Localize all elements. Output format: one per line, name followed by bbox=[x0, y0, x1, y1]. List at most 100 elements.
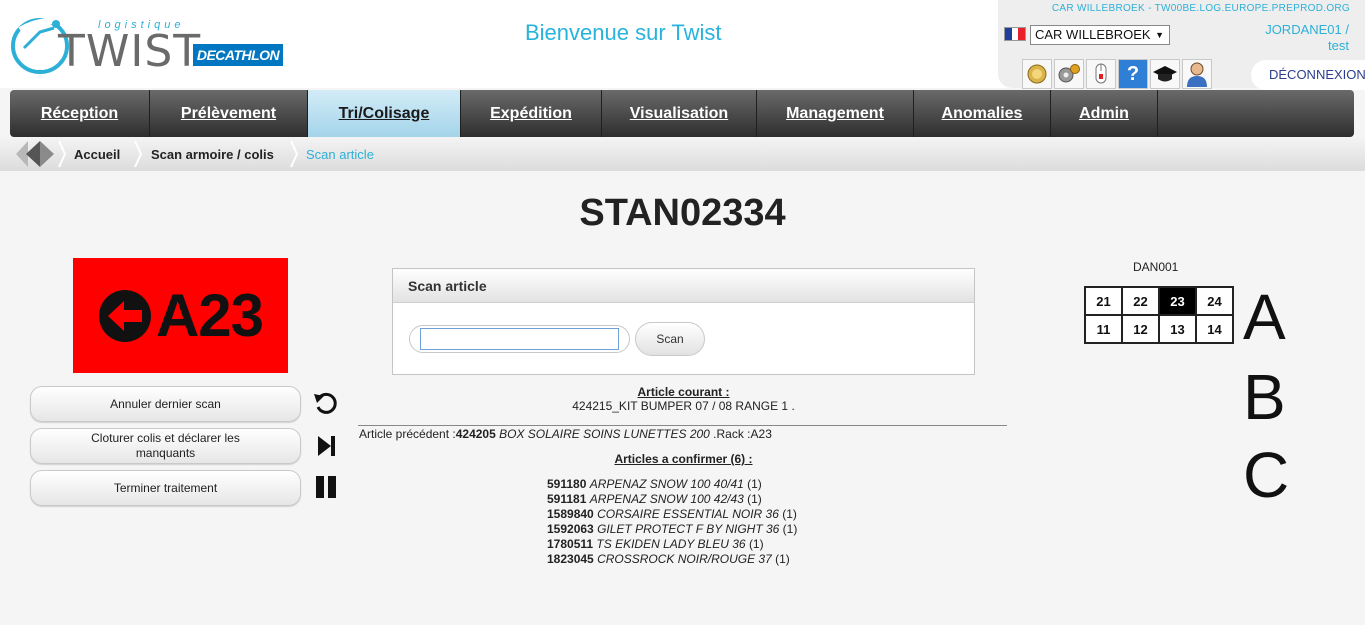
finish-processing-button[interactable]: Terminer traitement bbox=[30, 470, 301, 506]
page-title: STAN02334 bbox=[579, 192, 786, 234]
rack-cell: 11 bbox=[1084, 314, 1123, 344]
scan-article-panel: Scan article Scan bbox=[392, 268, 975, 375]
divider bbox=[358, 425, 1007, 426]
rack-cell-selected: 23 bbox=[1158, 286, 1197, 316]
articles-to-confirm-title: Articles a confirmer (6) : bbox=[614, 452, 753, 466]
article-code: 591181 bbox=[547, 492, 587, 506]
toolbar: ? bbox=[1022, 59, 1212, 89]
rack-grid: 21 22 23 24 11 12 13 14 bbox=[1084, 286, 1234, 344]
rack-row-letter: B bbox=[1243, 361, 1286, 433]
undo-icon[interactable] bbox=[313, 390, 339, 416]
rack-cell: 24 bbox=[1195, 286, 1234, 316]
welcome-text: Bienvenue sur Twist bbox=[525, 20, 722, 45]
nav-admin[interactable]: Admin bbox=[1051, 90, 1158, 137]
user-avatar-icon[interactable] bbox=[1182, 59, 1212, 89]
previous-article: Article précédent :424205 BOX SOLAIRE SO… bbox=[359, 427, 772, 441]
nav-prelevement[interactable]: Prélèvement bbox=[150, 90, 308, 137]
user-panel: CAR WILLEBROEK - TW00BE.LOG.EUROPE.PREPR… bbox=[998, 0, 1365, 90]
settings-gears-icon[interactable] bbox=[1054, 59, 1084, 89]
french-flag-icon[interactable] bbox=[1004, 27, 1026, 41]
article-qty: (1) bbox=[782, 507, 797, 521]
pause-icon[interactable] bbox=[313, 474, 339, 500]
nav-anomalies[interactable]: Anomalies bbox=[914, 90, 1051, 137]
nav-reception[interactable]: Réception bbox=[10, 90, 150, 137]
article-code: 1780511 bbox=[547, 537, 594, 551]
breadcrumb-scan-armoire[interactable]: Scan armoire / colis bbox=[151, 147, 274, 162]
list-item: 591180 ARPENAZ SNOW 100 40/41 (1) bbox=[547, 477, 797, 492]
previous-article-label: Article précédent : bbox=[359, 427, 456, 441]
breadcrumb-separator-icon bbox=[58, 140, 66, 168]
close-package-button[interactable]: Cloturer colis et déclarer les manquants bbox=[30, 428, 301, 464]
nav-visualisation[interactable]: Visualisation bbox=[602, 90, 757, 137]
nav-tri-colisage[interactable]: Tri/Colisage bbox=[308, 90, 461, 137]
previous-article-name: BOX SOLAIRE SOINS LUNETTES 200 bbox=[495, 427, 714, 441]
article-code: 1589840 bbox=[547, 507, 594, 521]
article-qty: (1) bbox=[747, 492, 762, 506]
location-indicator: A23 bbox=[73, 258, 288, 373]
site-select[interactable]: CAR WILLEBROEK ▼ bbox=[1030, 25, 1170, 45]
scan-button[interactable]: Scan bbox=[635, 322, 705, 356]
rack-row-letter: C bbox=[1243, 439, 1290, 511]
rack-cell: 22 bbox=[1121, 286, 1160, 316]
breadcrumb-separator-icon bbox=[134, 140, 142, 168]
user-profile: test bbox=[1328, 38, 1349, 53]
graduation-cap-icon[interactable] bbox=[1150, 59, 1180, 89]
previous-article-rack: .Rack :A23 bbox=[713, 427, 772, 441]
cancel-last-scan-button[interactable]: Annuler dernier scan bbox=[30, 386, 301, 422]
nav-expedition[interactable]: Expédition bbox=[461, 90, 602, 137]
breadcrumb: Accueil Scan armoire / colis Scan articl… bbox=[0, 137, 1365, 171]
article-qty: (1) bbox=[748, 537, 764, 551]
rack-row: 21 22 23 24 bbox=[1084, 286, 1234, 316]
breadcrumb-separator-icon bbox=[290, 140, 298, 168]
scan-panel-title: Scan article bbox=[393, 269, 974, 303]
article-qty: (1) bbox=[747, 477, 762, 491]
article-code: 591180 bbox=[547, 477, 587, 491]
rack-label: DAN001 bbox=[1133, 260, 1179, 274]
article-name: ARPENAZ SNOW 100 42/43 bbox=[589, 492, 744, 506]
nav-management[interactable]: Management bbox=[757, 90, 914, 137]
scan-input[interactable] bbox=[420, 328, 619, 350]
location-code: A23 bbox=[155, 282, 264, 349]
rack-row-letter: A bbox=[1243, 281, 1286, 353]
logout-button[interactable]: DÉCONNEXION bbox=[1251, 60, 1365, 90]
breadcrumb-current: Scan article bbox=[306, 147, 374, 162]
arrow-left-circle-icon bbox=[98, 289, 151, 342]
scan-input-wrapper bbox=[409, 325, 630, 353]
logo-wordmark: TWIST bbox=[58, 26, 202, 77]
list-item: 591181 ARPENAZ SNOW 100 42/43 (1) bbox=[547, 492, 797, 507]
article-code: 1823045 bbox=[547, 552, 594, 566]
rack-cell: 21 bbox=[1084, 286, 1123, 316]
articles-to-confirm-list: 591180 ARPENAZ SNOW 100 40/41 (1) 591181… bbox=[547, 477, 797, 567]
list-item: 1589840 CORSAIRE ESSENTIAL NOIR 36 (1) bbox=[547, 507, 797, 522]
site-select-value: CAR WILLEBROEK bbox=[1035, 27, 1151, 42]
current-article-label: Article courant : bbox=[637, 385, 730, 399]
rack-cell: 14 bbox=[1195, 314, 1234, 344]
mouse-icon[interactable] bbox=[1086, 59, 1116, 89]
help-icon[interactable]: ? bbox=[1118, 59, 1148, 89]
back-arrow-icon[interactable] bbox=[14, 139, 56, 169]
list-item: 1592063 GILET PROTECT F BY NIGHT 36 (1) bbox=[547, 522, 797, 537]
article-qty: (1) bbox=[782, 522, 798, 536]
medal-icon[interactable] bbox=[1022, 59, 1052, 89]
article-qty: (1) bbox=[775, 552, 790, 566]
server-name: CAR WILLEBROEK - TW00BE.LOG.EUROPE.PREPR… bbox=[1051, 3, 1350, 14]
breadcrumb-home[interactable]: Accueil bbox=[74, 147, 120, 162]
main-nav: Réception Prélèvement Tri/Colisage Expéd… bbox=[10, 90, 1354, 137]
skip-forward-icon[interactable] bbox=[313, 433, 339, 459]
user-login: JORDANE01 / bbox=[1265, 22, 1349, 37]
user-name[interactable]: JORDANE01 / test bbox=[1265, 22, 1349, 54]
header: logistique TWIST DECATHLON Bienvenue sur… bbox=[0, 0, 1365, 90]
article-name: CROSSROCK NOIR/ROUGE 37 bbox=[597, 552, 772, 566]
current-article-value: 424215_KIT BUMPER 07 / 08 RANGE 1 . bbox=[572, 399, 795, 413]
previous-article-code: 424205 bbox=[455, 427, 496, 441]
list-item: 1823045 CROSSROCK NOIR/ROUGE 37 (1) bbox=[547, 552, 797, 567]
list-item: 1780511 TS EKIDEN LADY BLEU 36 (1) bbox=[547, 537, 797, 552]
chevron-down-icon: ▼ bbox=[1155, 30, 1164, 40]
rack-cell: 13 bbox=[1158, 314, 1197, 344]
article-name: TS EKIDEN LADY BLEU 36 bbox=[596, 537, 746, 551]
current-article: Article courant : 424215_KIT BUMPER 07 /… bbox=[392, 385, 975, 413]
twist-logo[interactable]: logistique TWIST bbox=[10, 8, 200, 80]
rack-cell: 12 bbox=[1121, 314, 1160, 344]
article-code: 1592063 bbox=[547, 522, 594, 536]
article-name: GILET PROTECT F BY NIGHT 36 bbox=[597, 522, 780, 536]
